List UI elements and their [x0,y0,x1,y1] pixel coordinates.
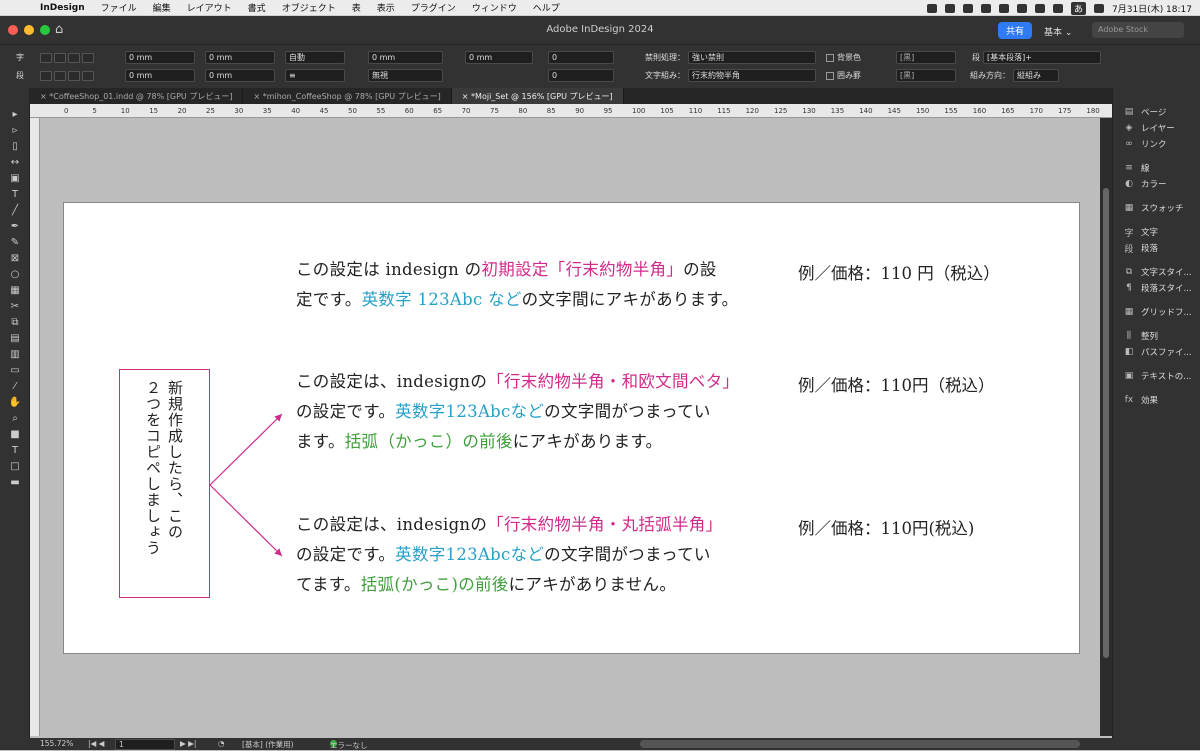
stroke-icon: ≡ [1125,163,1133,173]
arrow-up [209,413,283,486]
panel-text-wrap[interactable]: ▣ テキストの... [1113,368,1200,384]
panel-label: グリッドフ... [1141,308,1192,318]
next-page-icon[interactable]: ▶ ▶| [180,739,196,748]
pathfinder-icon: ◧ [1124,347,1134,357]
panel-label: レイヤー [1141,124,1175,134]
horizontal-scrollbar[interactable] [640,740,1080,748]
links-icon: ∞ [1125,139,1133,149]
panel-label: 文字スタイ... [1141,268,1192,278]
text-wrap-icon: ▣ [1124,371,1134,381]
panel-label: 効果 [1141,396,1159,406]
preflight-icon: ◔ [218,739,225,748]
panel-links[interactable]: ∞ リンク [1113,136,1200,152]
panel-label: スウォッチ [1141,204,1184,214]
effects-icon: fx [1124,395,1134,405]
character-styles-icon: ⧉ [1125,267,1133,277]
panel-swatches[interactable]: ▦ スウォッチ [1113,200,1200,216]
panels-dock: ▤ ページ ◈ レイヤー ∞ リンク ≡ 線 ◐ カラー ▦ スウォッチ 字文字 段段落 ⧉… [1112,88,1200,738]
pages-icon: ▤ [1124,107,1134,117]
panel-stroke[interactable]: ≡ 線 [1113,160,1200,176]
panel-paragraph-styles[interactable]: ¶ 段落スタイ... [1113,280,1200,296]
zoom-level[interactable]: 155.72% [40,739,73,748]
page-number-field[interactable]: 1 [115,739,175,750]
preflight-profile[interactable]: [基本] (作業用) [242,739,294,750]
panel-pathfinder[interactable]: ◧ パスファイ... [1113,344,1200,360]
grid-format-icon: ▦ [1124,307,1134,317]
paragraph-icon: 段 [1124,244,1134,255]
panel-color[interactable]: ◐ カラー [1113,176,1200,192]
panel-pages[interactable]: ▤ ページ [1113,104,1200,120]
scroll-thumb[interactable] [1103,188,1109,658]
panel-grid-formats[interactable]: ▦ グリッドフ... [1113,304,1200,320]
panel-paragraph[interactable]: 段段落 [1113,240,1200,256]
panel-label: 段落スタイ... [1141,284,1192,294]
panel-layers[interactable]: ◈ レイヤー [1113,120,1200,136]
color-icon: ◐ [1125,179,1133,189]
panel-character[interactable]: 字文字 [1113,224,1200,240]
swatches-icon: ▦ [1124,203,1134,213]
layers-icon: ◈ [1125,123,1133,133]
arrows [209,413,283,557]
status-bar: 155.72% |◀ ◀ 1 ▶ ▶| ◔ [基本] (作業用) エラーなし [0,738,1200,750]
panel-label: 線 [1141,164,1150,174]
panel-label: 段落 [1141,244,1159,254]
panel-label: テキストの... [1141,372,1192,382]
first-page-icon[interactable]: |◀ ◀ [88,739,104,748]
vertical-scrollbar[interactable] [1100,118,1112,736]
panel-label: 文字 [1141,228,1159,238]
panel-label: リンク [1141,140,1167,150]
arrow-down [209,484,283,557]
panel-label: パスファイ... [1141,348,1192,358]
panel-align[interactable]: ⫼ 整列 [1113,328,1200,344]
panel-character-styles[interactable]: ⧉ 文字スタイ... [1113,264,1200,280]
panel-label: ページ [1141,108,1167,118]
panel-label: カラー [1141,180,1167,190]
align-icon: ⫼ [1126,331,1132,341]
character-icon: 字 [1124,228,1134,239]
paragraph-styles-icon: ¶ [1126,283,1132,293]
panel-label: 整列 [1141,332,1159,342]
panel-effects[interactable]: fx 効果 [1113,392,1200,408]
error-status-label: エラーなし [330,741,368,750]
